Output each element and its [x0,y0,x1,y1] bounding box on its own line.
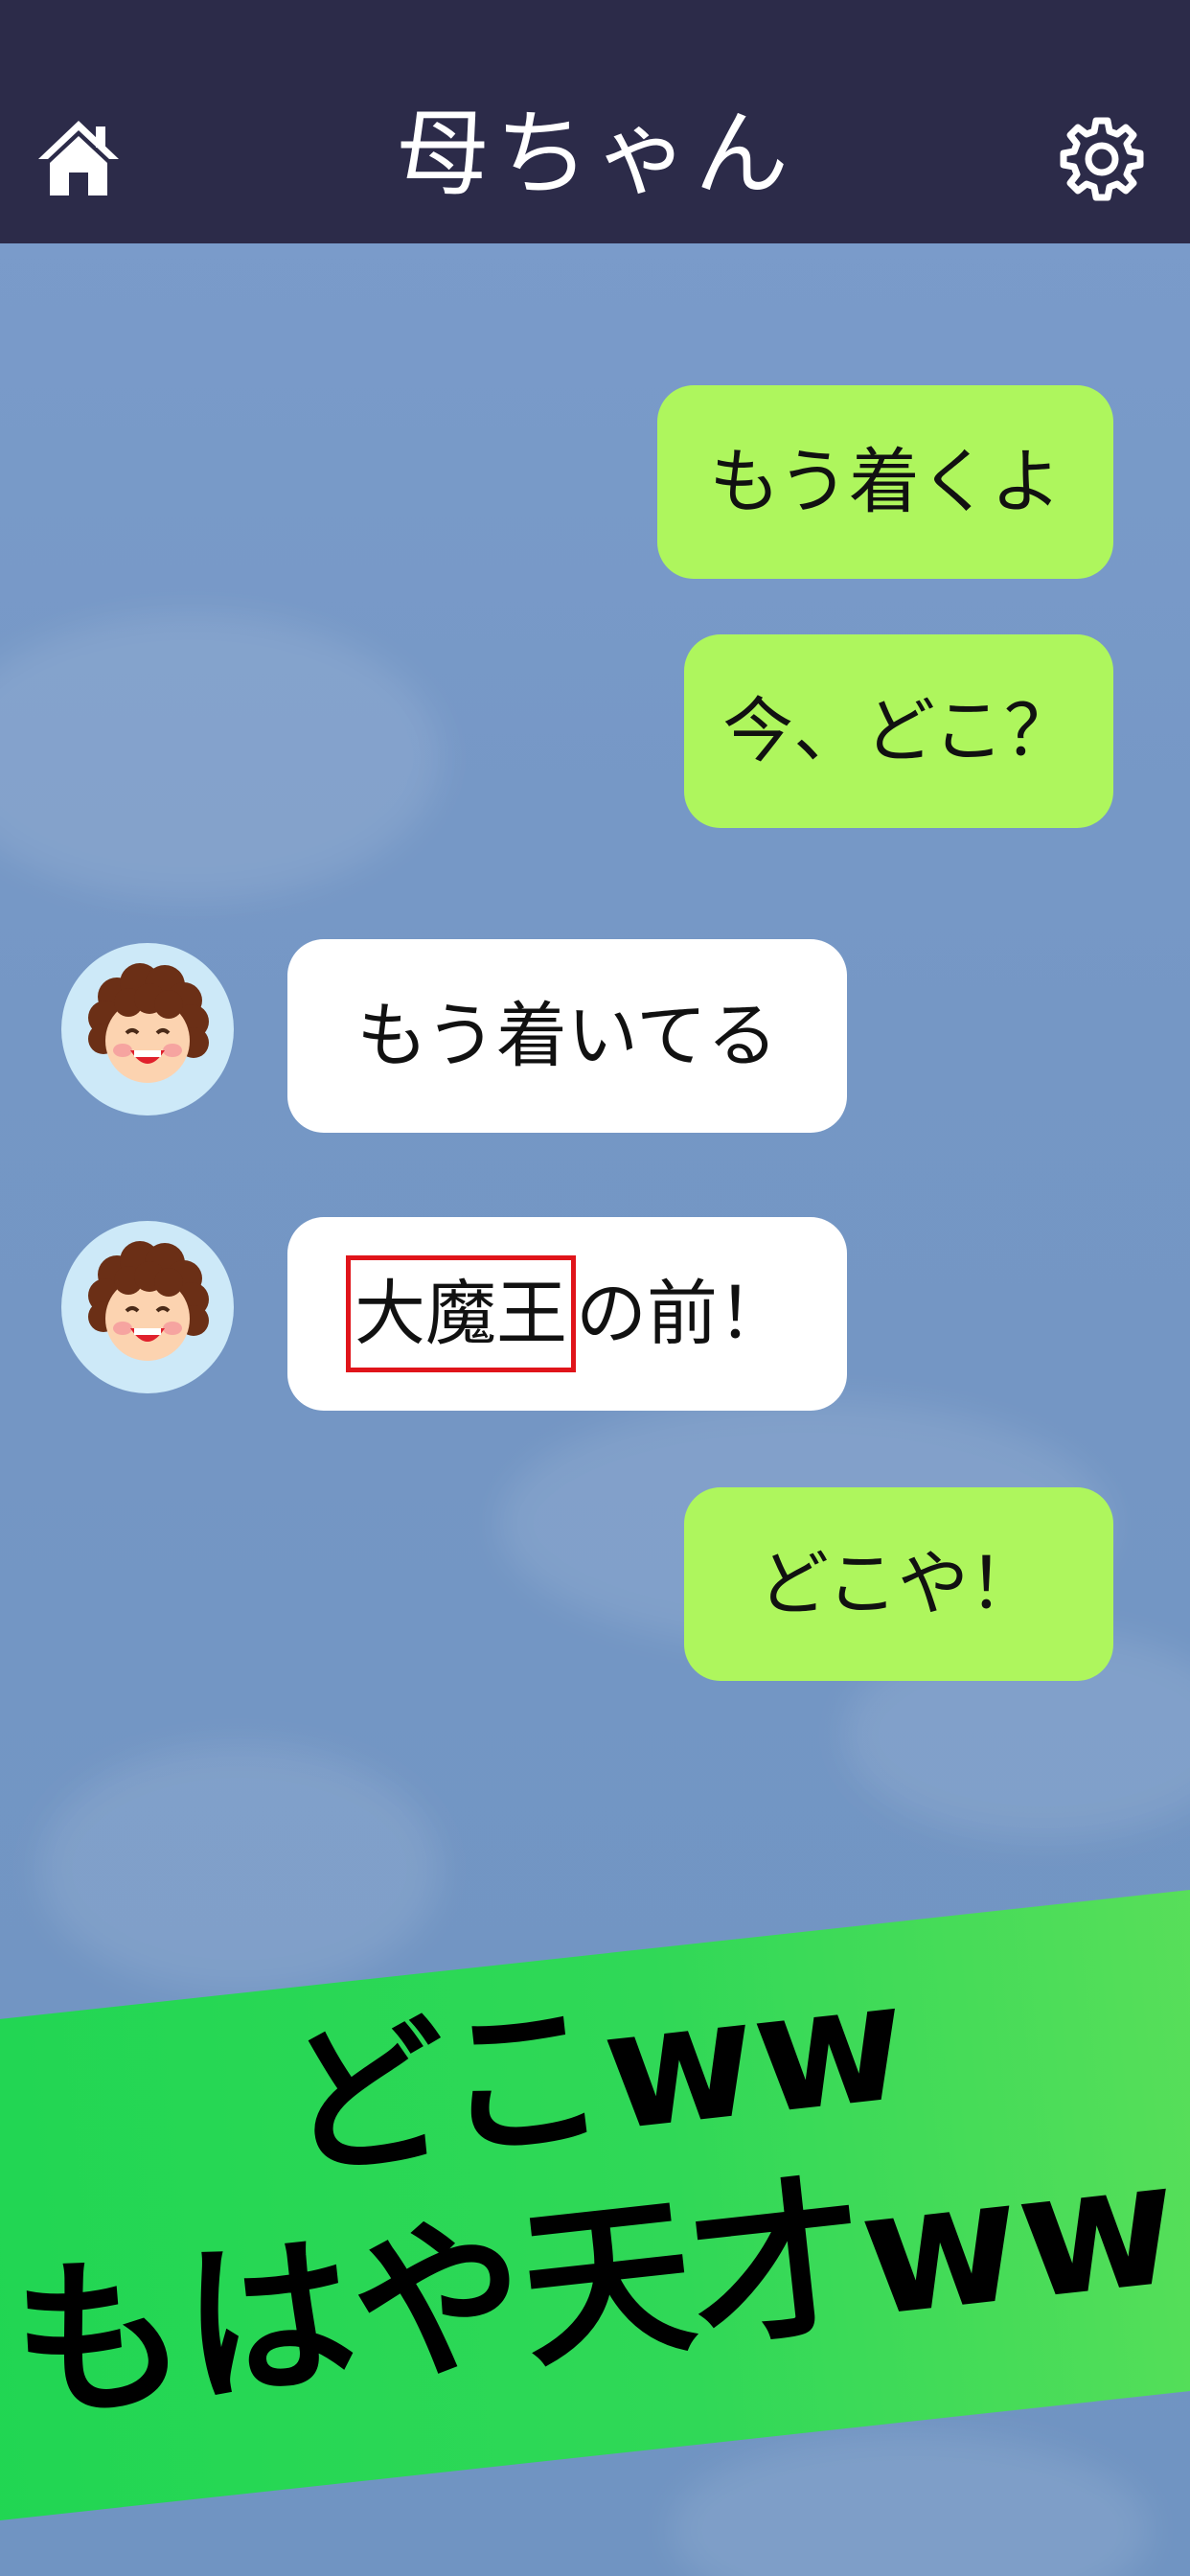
mother-avatar[interactable] [61,1221,234,1393]
highlighted-word: 大魔王 [346,1255,576,1372]
message-bubble-sent[interactable]: 今、どこ？ [684,634,1113,828]
mother-avatar[interactable] [61,943,234,1116]
chat-screen: 母ちゃん もう着くよ 今、どこ？ もう着いてる 大魔王 の前！ どこや！ どこw… [0,0,1190,2576]
message-text: もう着いてる [356,995,778,1077]
message-text: の前！ [576,1273,789,1355]
settings-button[interactable] [1058,115,1146,203]
mother-face-icon [88,1241,209,1361]
message-text: 今、どこ？ [722,690,1075,772]
message-text: どこや！ [758,1543,1040,1625]
message-text: もう着くよ [709,441,1062,523]
message-bubble-sent[interactable]: どこや！ [684,1487,1113,1681]
chat-header: 母ちゃん [0,0,1190,243]
mother-face-icon [88,963,209,1083]
chat-title: 母ちゃん [395,100,794,209]
gear-icon [1060,117,1144,201]
message-bubble-sent[interactable]: もう着くよ [657,385,1113,579]
message-bubble-received[interactable]: 大魔王 の前！ [287,1217,847,1411]
message-bubble-received[interactable]: もう着いてる [287,939,847,1133]
